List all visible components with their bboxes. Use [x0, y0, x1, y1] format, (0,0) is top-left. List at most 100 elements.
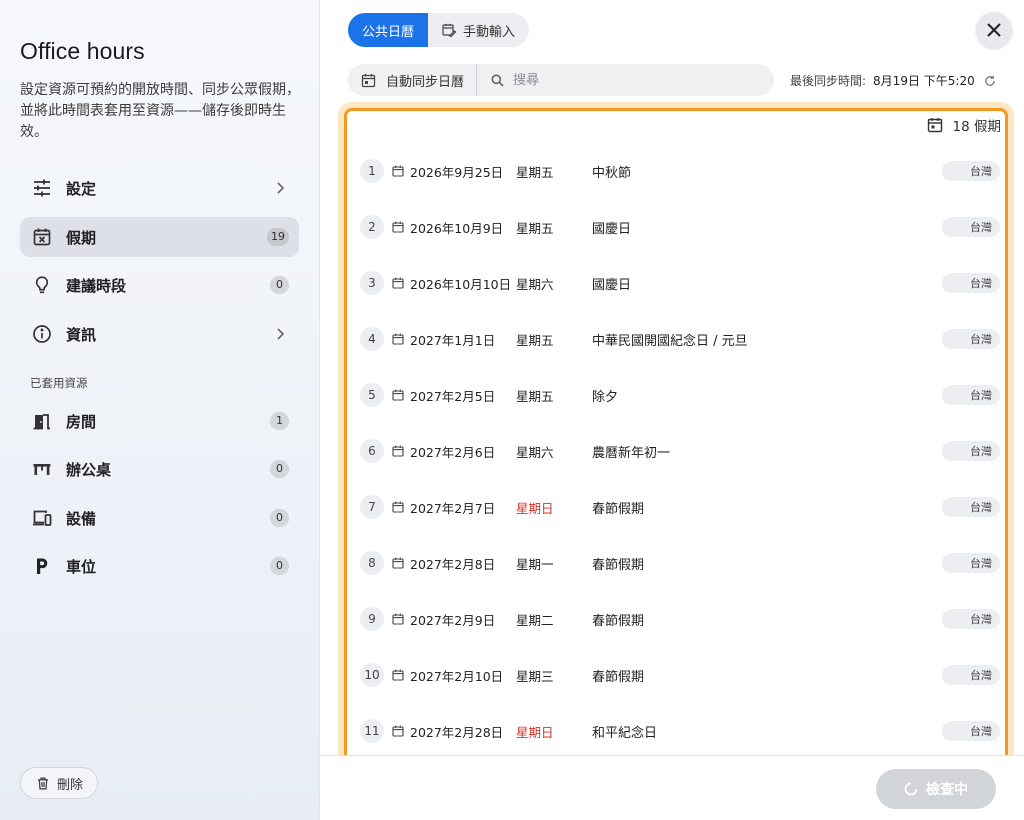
devices-icon — [32, 508, 52, 528]
sidebar-item-desks[interactable]: 辦公桌 0 — [20, 449, 299, 489]
sidebar-item-rooms[interactable]: 房間 1 — [20, 401, 299, 441]
region-badge: 台灣 — [942, 609, 1000, 629]
last-sync-value: 8月19日 下午5:20 — [873, 74, 975, 88]
holiday-date: 2027年2月28日 — [410, 724, 504, 740]
sidebar-item-parking[interactable]: 車位 0 — [20, 546, 299, 586]
parking-icon — [32, 556, 52, 576]
search-input[interactable] — [513, 72, 734, 88]
sidebar-item-equipment[interactable]: 設備 0 — [20, 498, 299, 538]
count-badge: 0 — [270, 276, 289, 294]
sidebar-item-suggested-slots[interactable]: 建議時段 0 — [20, 265, 299, 305]
holiday-row[interactable]: 6 2027年2月6日 星期六 農曆新年初一 台灣 — [360, 433, 1000, 469]
holiday-count: 18 假期 — [927, 115, 1001, 135]
holiday-name: 中秋節 — [592, 165, 632, 181]
holiday-name: 國慶日 — [592, 277, 632, 293]
sidebar-item-label: 車位 — [66, 557, 97, 576]
sidebar-item-label: 房間 — [66, 412, 97, 431]
search-box — [477, 64, 774, 96]
auto-sync-label: 自動同步日曆 — [386, 74, 465, 90]
tab-public-calendar[interactable]: 公共日曆 — [348, 13, 429, 47]
holiday-row[interactable]: 4 2027年1月1日 星期五 中華民國開國紀念日 / 元旦 台灣 — [360, 321, 1000, 357]
holiday-row[interactable]: 11 2027年2月28日 星期日 和平紀念日 台灣 — [360, 713, 1000, 749]
sidebar-item-settings[interactable]: 設定 — [20, 168, 299, 208]
holiday-row[interactable]: 5 2027年2月5日 星期五 除夕 台灣 — [360, 377, 1000, 413]
holiday-weekday: 星期六 — [516, 276, 554, 292]
holiday-row[interactable]: 8 2027年2月8日 星期一 春節假期 台灣 — [360, 545, 1000, 581]
holiday-row[interactable]: 9 2027年2月9日 星期二 春節假期 台灣 — [360, 601, 1000, 637]
refresh-icon[interactable] — [984, 75, 996, 87]
holiday-name: 中華民國開國紀念日 / 元旦 — [592, 333, 748, 349]
sidebar-item-label: 資訊 — [66, 325, 97, 344]
row-index: 6 — [360, 439, 384, 463]
holiday-date: 2026年10月10日 — [410, 276, 512, 292]
calendar-edit-icon — [442, 23, 457, 37]
holiday-weekday: 星期五 — [516, 220, 554, 236]
calendar-icon — [361, 73, 376, 87]
footer-bar: 檢查中 — [320, 755, 1024, 820]
main-panel: 公共日曆 手動輸入 自動同步日曆 最後同步時間: 8月19日 下午5:20 18… — [320, 0, 1024, 820]
holiday-weekday: 星期二 — [516, 612, 554, 628]
holiday-date: 2027年2月8日 — [410, 556, 496, 572]
holiday-name: 春節假期 — [592, 501, 645, 517]
count-badge: 1 — [270, 412, 289, 430]
last-sync-status: 最後同步時間: 8月19日 下午5:20 — [790, 72, 996, 89]
desk-icon — [32, 459, 52, 479]
chevron-right-icon — [275, 180, 285, 199]
holiday-row[interactable]: 2 2026年10月9日 星期五 國慶日 台灣 — [360, 209, 1000, 245]
holiday-date: 2027年2月7日 — [410, 500, 496, 516]
tab-manual-input[interactable]: 手動輸入 — [428, 13, 529, 47]
resources-heading: 已套用資源 — [30, 376, 88, 390]
holiday-date: 2027年2月9日 — [410, 612, 496, 628]
sidebar-item-holidays[interactable]: 假期 19 — [20, 217, 299, 257]
row-index: 4 — [360, 327, 384, 351]
holiday-date: 2027年2月10日 — [410, 668, 504, 684]
count-badge: 0 — [270, 557, 289, 575]
door-icon — [32, 411, 52, 431]
holiday-weekday: 星期五 — [516, 332, 554, 348]
holiday-row[interactable]: 10 2027年2月10日 星期三 春節假期 台灣 — [360, 657, 1000, 693]
holiday-row[interactable]: 1 2026年9月25日 星期五 中秋節 台灣 — [360, 153, 1000, 189]
calendar-toolbar: 自動同步日曆 — [348, 64, 774, 96]
count-badge: 0 — [270, 509, 289, 527]
row-index: 10 — [360, 663, 384, 687]
holiday-weekday: 星期日 — [516, 500, 554, 516]
checking-button[interactable]: 檢查中 — [876, 769, 996, 809]
holiday-name: 農曆新年初一 — [592, 445, 671, 461]
holiday-name: 和平紀念日 — [592, 725, 658, 741]
auto-sync-calendar-button[interactable]: 自動同步日曆 — [348, 64, 478, 96]
page-title: Office hours — [20, 38, 145, 64]
row-index: 2 — [360, 215, 384, 239]
holiday-row[interactable]: 3 2026年10月10日 星期六 國慶日 台灣 — [360, 265, 1000, 301]
count-badge: 19 — [267, 228, 289, 246]
holiday-name: 國慶日 — [592, 221, 632, 237]
holiday-name: 春節假期 — [592, 613, 645, 629]
sidebar-item-label: 假期 — [66, 228, 97, 247]
delete-button[interactable]: 刪除 — [20, 767, 99, 799]
holiday-weekday: 星期三 — [516, 668, 554, 684]
close-button[interactable] — [976, 12, 1012, 48]
calendar-icon — [392, 613, 404, 625]
calendar-icon — [392, 165, 404, 177]
calendar-icon — [392, 557, 404, 569]
holiday-list: 18 假期 1 2026年9月25日 星期五 中秋節 台灣 2 2026年10月9日 星期五國… — [344, 108, 1008, 820]
holiday-weekday: 星期五 — [516, 164, 554, 180]
calendar-x-icon — [32, 227, 52, 247]
holiday-name: 春節假期 — [592, 557, 645, 573]
region-badge: 台灣 — [942, 497, 1000, 517]
calendar-icon — [392, 221, 404, 233]
region-badge: 台灣 — [942, 217, 1000, 237]
region-badge: 台灣 — [942, 273, 1000, 293]
holiday-row[interactable]: 7 2027年2月7日 星期日 春節假期 台灣 — [360, 489, 1000, 525]
row-index: 3 — [360, 271, 384, 295]
region-badge: 台灣 — [942, 385, 1000, 405]
row-index: 9 — [360, 607, 384, 631]
calendar-icon — [392, 669, 404, 681]
holiday-weekday: 星期六 — [516, 444, 554, 460]
row-index: 7 — [360, 495, 384, 519]
sidebar-item-label: 辦公桌 — [66, 460, 112, 479]
count-badge: 0 — [270, 460, 289, 478]
calendar-icon — [392, 277, 404, 289]
trash-icon — [38, 777, 48, 789]
holiday-date: 2027年2月5日 — [410, 388, 496, 404]
sidebar-item-info[interactable]: 資訊 — [20, 314, 299, 354]
